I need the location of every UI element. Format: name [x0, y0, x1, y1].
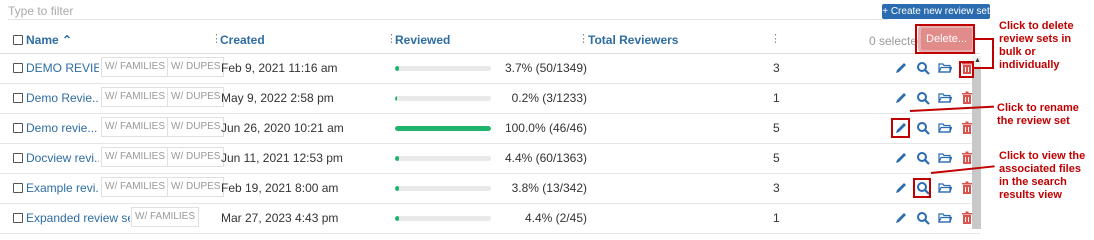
rename-icon-highlight: [891, 118, 910, 138]
folder-open-icon[interactable]: [938, 91, 953, 105]
dupes-tag: W/ DUPES: [167, 87, 225, 107]
families-tag: W/ FAMILIES: [101, 147, 170, 167]
table-row: DEMO REVIE...W/ FAMILIESW/ DUPESFeb 9, 2…: [0, 54, 980, 84]
reviewed-percent: 3.8% (13/342): [511, 181, 587, 195]
review-progress-bar: [395, 66, 491, 71]
row-checkbox[interactable]: [13, 153, 23, 163]
column-header-name[interactable]: Name ⌃: [26, 33, 72, 47]
review-set-name-link[interactable]: Example revi...: [26, 181, 99, 195]
edit-pencil-icon[interactable]: [894, 211, 908, 225]
row-checkbox[interactable]: [13, 183, 23, 193]
folder-open-icon[interactable]: [938, 61, 953, 75]
search-icon[interactable]: [916, 211, 930, 225]
column-resize-grip-icon[interactable]: ⋮: [578, 32, 589, 45]
review-progress-bar: [395, 156, 491, 161]
review-set-name-link[interactable]: DEMO REVIE...: [26, 61, 99, 75]
review-progress-fill: [395, 96, 398, 101]
column-resize-grip-icon[interactable]: ⋮: [770, 32, 781, 45]
edit-pencil-icon[interactable]: [894, 151, 908, 165]
scroll-up-arrow-icon[interactable]: ▲: [974, 57, 981, 64]
total-reviewers-count: 1: [773, 91, 780, 105]
folder-open-icon[interactable]: [938, 181, 953, 195]
reviewed-percent: 0.2% (3/1233): [511, 91, 587, 105]
row-checkbox[interactable]: [13, 93, 23, 103]
row-checkbox[interactable]: [13, 123, 23, 133]
review-progress-fill: [395, 186, 399, 191]
vertical-scrollbar[interactable]: [972, 56, 981, 229]
table-row: Example revi... W/ FAMILIES W/ DUPES Feb 19…: [0, 174, 980, 204]
families-tag: W/ FAMILIES: [101, 177, 170, 197]
search-icon[interactable]: [916, 151, 930, 165]
sort-ascending-icon: ⌃: [62, 33, 73, 47]
created-date: Jun 11, 2021 12:53 pm: [221, 151, 343, 165]
created-date: Feb 9, 2021 11:16 am: [221, 61, 338, 75]
review-set-name-link[interactable]: Docview revi...: [26, 151, 99, 165]
created-date: Jun 26, 2020 10:21 am: [221, 121, 344, 135]
review-progress-bar: [395, 216, 491, 221]
review-progress-bar: [395, 96, 491, 101]
view-icon-highlight: [913, 178, 931, 198]
review-progress-fill: [395, 156, 400, 161]
review-progress-fill: [395, 216, 400, 221]
table-row: Docview revi... W/ FAMILIES W/ DUPES Jun 11…: [0, 144, 980, 174]
search-icon[interactable]: [916, 91, 930, 105]
filter-input[interactable]: [8, 2, 888, 20]
delete-icon-highlight: [959, 61, 974, 78]
total-reviewers-count: 3: [773, 61, 780, 75]
table-row: Demo Revie... W/ FAMILIES W/ DUPES May 9, 2…: [0, 84, 980, 114]
created-date: Feb 19, 2021 8:00 am: [221, 181, 339, 195]
scrollbar-thumb[interactable]: [972, 68, 981, 229]
edit-pencil-icon[interactable]: [894, 181, 908, 195]
table-header: Name ⌃ ⋮ Created ⋮ Reviewed ⋮ Total Revi…: [0, 27, 980, 54]
reviewed-percent: 100.0% (46/46): [504, 121, 587, 135]
review-set-name-link[interactable]: Demo revie...: [26, 121, 97, 135]
dupes-tag: W/ DUPES: [167, 117, 225, 137]
total-reviewers-count: 1: [773, 211, 780, 225]
total-reviewers-count: 5: [773, 151, 780, 165]
table-row: Demo revie... W/ FAMILIES W/ DUPES Jun 26, …: [0, 114, 980, 144]
callout-connector-delete: [974, 67, 994, 69]
dupes-tag: W/ DUPES: [167, 147, 225, 167]
column-header-created[interactable]: Created: [220, 33, 265, 47]
families-tag: W/ FAMILIES: [101, 57, 170, 77]
callout-delete: Click to delete review sets in bulk or i…: [999, 20, 1074, 71]
column-header-reviewed[interactable]: Reviewed: [395, 33, 450, 47]
families-tag: W/ FAMILIES: [101, 87, 170, 107]
families-tag: W/ FAMILIES: [101, 117, 170, 137]
callout-connector-delete: [992, 38, 994, 68]
families-tag: W/ FAMILIES: [131, 207, 200, 227]
review-set-name-link[interactable]: Demo Revie...: [26, 91, 99, 105]
row-checkbox[interactable]: [13, 213, 23, 223]
row-checkbox[interactable]: [13, 63, 23, 73]
total-reviewers-count: 3: [773, 181, 780, 195]
review-progress-fill: [395, 126, 491, 131]
search-icon[interactable]: [916, 61, 930, 75]
reviewed-percent: 4.4% (60/1363): [504, 151, 587, 165]
folder-open-icon[interactable]: [938, 121, 953, 135]
create-review-set-button[interactable]: + Create new review set: [882, 4, 990, 19]
column-header-total-reviewers[interactable]: Total Reviewers: [588, 33, 678, 47]
table-row: Expanded review set W/ FAMILIES Mar 27, 20…: [0, 204, 980, 234]
edit-pencil-icon[interactable]: [894, 61, 908, 75]
reviewed-percent: 4.4% (2/45): [524, 211, 587, 225]
callout-view: Click to view the associated files in th…: [999, 150, 1086, 201]
reviewed-percent: 3.7% (50/1349): [504, 61, 587, 75]
total-reviewers-count: 5: [773, 121, 780, 135]
delete-button-highlight: [915, 24, 975, 54]
created-date: Mar 27, 2023 4:43 pm: [221, 211, 339, 225]
folder-open-icon[interactable]: [938, 211, 953, 225]
review-progress-fill: [395, 66, 399, 71]
review-progress-bar: [395, 186, 491, 191]
search-icon[interactable]: [916, 121, 930, 135]
select-all-checkbox[interactable]: [13, 35, 23, 45]
folder-open-icon[interactable]: [938, 151, 953, 165]
callout-rename: Click to rename the review set: [997, 102, 1079, 127]
review-progress-bar: [395, 126, 491, 131]
dupes-tag: W/ DUPES: [167, 57, 225, 77]
edit-pencil-icon[interactable]: [894, 91, 908, 105]
review-set-name-link[interactable]: Expanded review set: [26, 211, 130, 225]
dupes-tag: W/ DUPES: [167, 177, 225, 197]
created-date: May 9, 2022 2:58 pm: [221, 91, 334, 105]
